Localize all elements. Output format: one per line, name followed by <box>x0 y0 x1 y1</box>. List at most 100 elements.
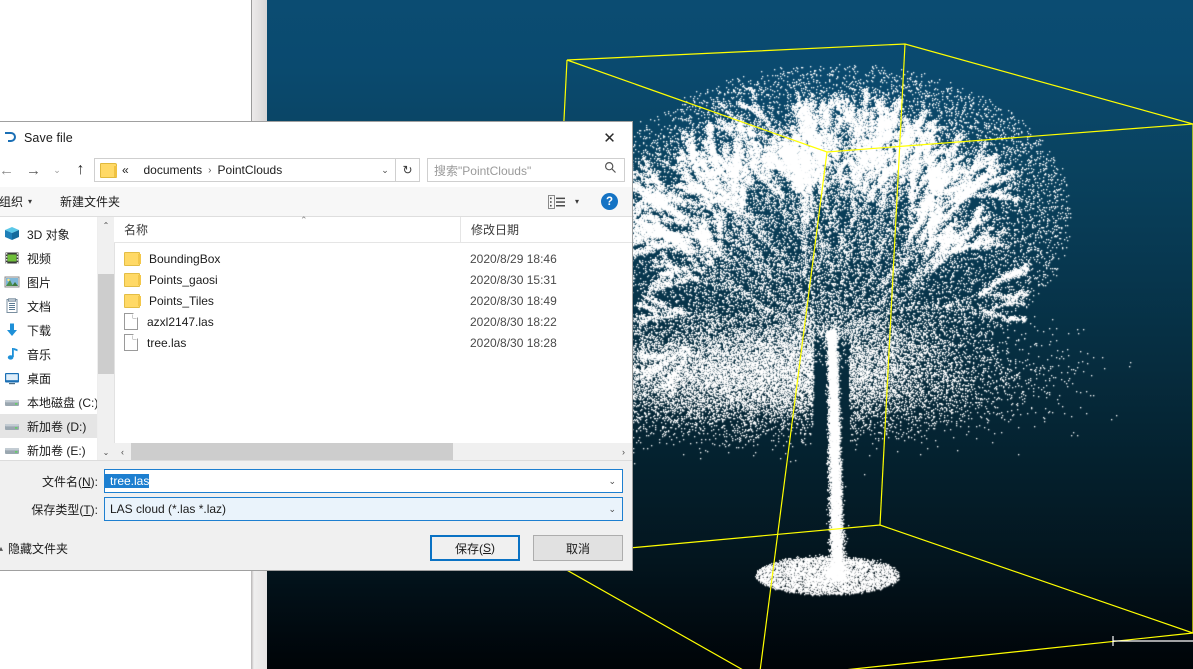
chevron-down-icon[interactable]: ⌄ <box>608 498 616 520</box>
filename-input[interactable]: tree.las ⌄ <box>104 469 623 493</box>
hscroll-track[interactable] <box>131 443 615 460</box>
drive-icon <box>4 394 20 410</box>
filename-label-post: ): <box>90 474 98 489</box>
dialog-toolbar: 组织 ▾ 新建文件夹 ▾ ? <box>0 187 632 217</box>
chevron-down-icon[interactable]: ⌄ <box>608 470 616 492</box>
save-label-pre: 保存( <box>454 541 483 556</box>
pane-divider <box>114 217 115 460</box>
file-list-pane: 名称 ⌃ 修改日期 BoundingBox 2020/8/29 18:46 Poin… <box>114 215 632 460</box>
dialog-buttons-row: ▴ 隐藏文件夹 保存(S) 取消 <box>0 526 632 570</box>
up-button[interactable]: ↑ <box>67 157 94 183</box>
sort-ascending-icon: ⌃ <box>300 215 308 225</box>
breadcrumb-sep-1: › <box>208 164 212 176</box>
file-rows: BoundingBox 2020/8/29 18:46 Points_gaosi 20… <box>114 243 632 353</box>
folder-icon <box>124 272 141 287</box>
save-button[interactable]: 保存(S) <box>430 535 520 561</box>
breadcrumb-item-documents[interactable]: documents <box>143 163 202 177</box>
hide-folders-button[interactable]: ▴ 隐藏文件夹 <box>0 540 68 557</box>
column-header-name-label: 名称 <box>124 223 149 237</box>
file-name-label: Points_gaosi <box>149 272 218 287</box>
documents-icon <box>4 298 20 314</box>
pictures-icon <box>4 274 20 290</box>
help-icon[interactable]: ? <box>601 193 618 210</box>
close-icon[interactable]: ✕ <box>587 122 632 153</box>
downloads-icon <box>4 322 20 338</box>
refresh-icon[interactable]: ↻ <box>396 158 420 182</box>
filetype-row: 保存类型(T): LAS cloud (*.las *.laz) ⌄ <box>0 497 632 521</box>
table-row[interactable]: Points_gaosi 2020/8/30 15:31 <box>114 269 632 290</box>
organize-label: 组织 <box>0 195 24 209</box>
breadcrumb-prefix: « <box>122 163 129 177</box>
filename-label: 文件名(N): <box>0 473 104 490</box>
sidebar-scroll-thumb[interactable] <box>98 274 114 374</box>
file-icon <box>124 334 138 351</box>
folder-icon <box>100 162 117 178</box>
filename-label-key: N <box>81 474 91 489</box>
sidebar-item-label: 图片 <box>27 275 52 290</box>
screen: Save file ✕ ← → ⌄ ↑ « documents › PointC… <box>0 0 1193 669</box>
address-bar[interactable]: « documents › PointClouds ⌄ <box>94 158 396 182</box>
caret-up-icon: ▴ <box>0 543 4 553</box>
forward-button[interactable]: → <box>20 157 47 183</box>
save-file-dialog: Save file ✕ ← → ⌄ ↑ « documents › PointC… <box>0 121 633 571</box>
save-form: 文件名(N): tree.las ⌄ 保存类型(T): LAS cloud (*… <box>0 460 632 570</box>
file-name-label: azxl2147.las <box>147 314 214 329</box>
recent-locations-button[interactable]: ⌄ <box>47 157 67 183</box>
sidebar-scroll-up-button[interactable]: ⌃ <box>98 217 114 233</box>
filetype-select[interactable]: LAS cloud (*.las *.laz) ⌄ <box>104 497 623 521</box>
back-button[interactable]: ← <box>0 157 20 183</box>
chevron-down-icon[interactable]: ⌄ <box>375 165 395 176</box>
column-header-date[interactable]: 修改日期 <box>460 217 621 242</box>
sidebar-scroll-down-button[interactable]: ⌄ <box>98 444 114 460</box>
sidebar-item-label: 下载 <box>27 323 52 338</box>
sidebar-item-label: 本地磁盘 (C:) <box>27 395 99 410</box>
background-window-lower-edge <box>251 560 267 669</box>
music-icon <box>4 346 20 362</box>
file-date-cell: 2020/8/30 18:28 <box>470 335 557 350</box>
column-header-name[interactable]: 名称 ⌃ <box>114 215 460 242</box>
hscroll-right-button[interactable]: › <box>615 447 632 457</box>
sidebar-item-label: 文档 <box>27 299 52 314</box>
view-chevron-down-icon[interactable]: ▾ <box>575 197 579 206</box>
breadcrumb-sep-0 <box>135 165 138 176</box>
desktop-icon <box>4 370 20 386</box>
file-list-hscrollbar[interactable]: ‹ › <box>114 443 632 460</box>
dialog-title: Save file <box>24 130 73 145</box>
chevron-down-icon: ▾ <box>28 197 33 206</box>
filetype-label: 保存类型(T): <box>0 501 104 518</box>
file-name-cell: Points_Tiles <box>114 293 460 308</box>
filetype-value: LAS cloud (*.las *.laz) <box>110 502 227 516</box>
file-date-cell: 2020/8/30 18:49 <box>470 293 557 308</box>
table-row[interactable]: Points_Tiles 2020/8/30 18:49 <box>114 290 632 311</box>
sidebar-item-label: 新加卷 (D:) <box>27 419 87 434</box>
file-name-cell: tree.las <box>114 334 460 351</box>
navigation-bar: ← → ⌄ ↑ « documents › PointClouds ⌄ ↻ 搜索… <box>0 153 632 187</box>
filename-row: 文件名(N): tree.las ⌄ <box>0 469 632 493</box>
new-folder-button[interactable]: 新建文件夹 <box>60 193 120 210</box>
drive-icon <box>4 418 20 434</box>
cube-icon <box>4 226 20 242</box>
sidebar-item-label: 音乐 <box>27 347 52 362</box>
hscroll-thumb[interactable] <box>131 443 453 460</box>
navigation-sidebar: 3D 对象 视频 图片 文档 下载 音乐 桌面 本地磁盘 (C:) 新加卷 (D:) 新加卷 (E… <box>0 217 114 460</box>
background-app-window <box>0 0 252 122</box>
breadcrumb-item-pointclouds[interactable]: PointClouds <box>218 163 283 177</box>
search-input[interactable]: 搜索"PointClouds" <box>427 158 625 182</box>
organize-button[interactable]: 组织 ▾ <box>0 193 32 210</box>
sidebar-item-label: 3D 对象 <box>27 227 70 242</box>
table-row[interactable]: tree.las 2020/8/30 18:28 <box>114 332 632 353</box>
background-window-edge <box>252 0 267 122</box>
hide-folders-label: 隐藏文件夹 <box>8 541 69 556</box>
hscroll-left-button[interactable]: ‹ <box>114 447 131 457</box>
save-label-post: ) <box>491 541 495 555</box>
table-row[interactable]: azxl2147.las 2020/8/30 18:22 <box>114 311 632 332</box>
sidebar-item-label: 桌面 <box>27 371 52 386</box>
cancel-button[interactable]: 取消 <box>533 535 623 561</box>
filename-value: tree.las <box>105 474 150 488</box>
folder-icon <box>124 251 141 266</box>
file-name-label: BoundingBox <box>149 251 221 266</box>
table-row[interactable]: BoundingBox 2020/8/29 18:46 <box>114 248 632 269</box>
sidebar-scrollbar[interactable]: ⌃ ⌄ <box>97 217 114 460</box>
view-layout-icon[interactable] <box>547 194 566 209</box>
video-icon <box>4 250 20 266</box>
